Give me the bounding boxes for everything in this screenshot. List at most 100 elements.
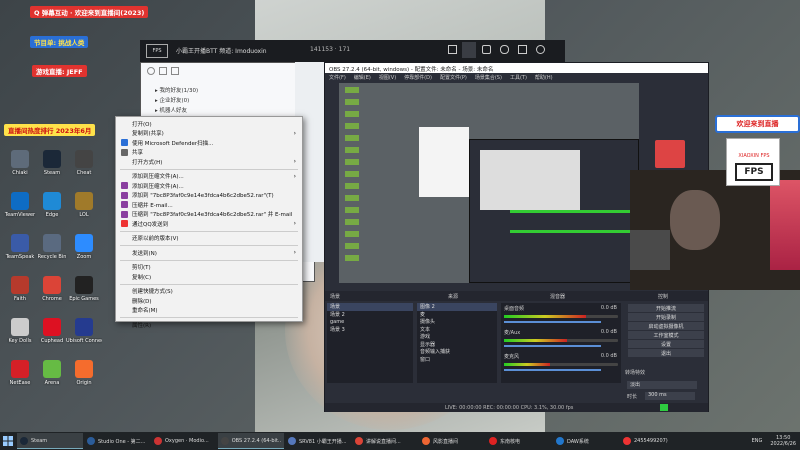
obs-menu-item[interactable]: 停靠部件(D) [400,73,436,81]
scene-item[interactable]: 场景 3 [327,326,413,334]
taskbar-app[interactable]: Studio One - 第二... [84,433,150,449]
scene-item[interactable]: game [327,318,413,326]
tray-lang[interactable]: ENG [749,433,766,449]
taskbar-app[interactable]: 东南核电 [486,433,552,449]
context-menu-item[interactable]: 通过QQ发送到 › [116,219,302,229]
context-menu-item[interactable]: 发送到(N) › [116,248,302,258]
start-button[interactable] [0,433,16,449]
control-button[interactable]: 退出 [628,349,704,357]
desktop-icon[interactable]: Cuphead [34,318,70,358]
desktop-icon[interactable]: Key Dolls [2,318,38,358]
screen-icon[interactable] [448,45,457,54]
context-menu-item[interactable]: 使用 Microsoft Defender扫描... [116,138,302,148]
taskbar-app[interactable]: 风影直播间 [419,433,485,449]
scene-item[interactable]: 场景 [327,303,413,311]
taskbar-items: Steam Studio One - 第二... Oxygen · Modio...… [17,433,687,449]
source-item[interactable]: 窗口 [417,356,497,364]
context-menu-item[interactable]: 添加到压缩文件(A)... › [116,172,302,182]
context-menu-item[interactable]: 添加到压缩文件(A)... [116,181,302,191]
context-menu-item[interactable]: 重命名(M) [116,306,302,316]
obs-preview[interactable] [339,83,639,283]
taskbar: Steam Studio One - 第二... Oxygen · Modio...… [0,432,800,450]
desktop-icon[interactable]: Ubisoft Connect [66,318,102,358]
context-menu-item[interactable]: 剪切(T) [116,263,302,273]
desktop-icon[interactable]: Faith [2,276,38,316]
desktop-icon[interactable]: Epic Games [66,276,102,316]
scene-item[interactable]: 场景 2 [327,311,413,319]
control-button[interactable]: 开始录制 [628,313,704,321]
source-item[interactable]: 图像 2 [417,303,497,311]
duration-input[interactable]: 300 ms [645,392,695,400]
contact-group[interactable]: ▸ 企业好友(0) [155,95,305,105]
context-menu-item[interactable]: 复制到(共享) › [116,129,302,139]
context-menu-item[interactable]: 添加到 "7bc8P3faf0c9e14e3fdca4b6c2dbe52.rar… [116,191,302,201]
context-menu-item[interactable]: 共享 [116,148,302,158]
source-item[interactable]: 显示器 [417,341,497,349]
source-item[interactable]: 摄像头 [417,318,497,326]
desktop-icon[interactable]: Chrome [34,276,70,316]
obs-menu-item[interactable]: 文件(F) [325,73,350,81]
desktop-icon[interactable]: Recycle Bin [34,234,70,274]
context-menu-item[interactable]: 属性(R) [116,320,302,330]
box-icon[interactable] [518,45,527,54]
desktop-icon[interactable]: LOL [66,192,102,232]
obs-menu-item[interactable]: 编辑(E) [350,73,375,81]
desktop-icon[interactable]: Arena [34,360,70,400]
control-button[interactable]: 设置 [628,340,704,348]
obs-menu-item[interactable]: 配置文件(P) [436,73,471,81]
contact-group[interactable]: ▸ 我的好友(1/30) [155,85,305,95]
control-button[interactable]: 工作室模式 [628,331,704,339]
desktop-icon[interactable]: Origin [66,360,102,400]
control-button[interactable]: 开始推流 [628,304,704,312]
desktop-icon[interactable]: Zoom [66,234,102,274]
control-button[interactable]: 启动虚拟摄像机 [628,322,704,330]
source-item[interactable]: 文本 [417,326,497,334]
desktop-icon-label: Key Dolls [8,338,32,344]
taskbar-app[interactable]: 2455499207) [620,433,686,449]
desktop-icon[interactable]: Edge [34,192,70,232]
source-item[interactable]: 游戏 [417,333,497,341]
taskbar-app[interactable]: SRV81 小霸王开播... [285,433,351,449]
audio-mixer: 桌面音频 0.0 dB 麦/Aux 0.0 dB 麦克风 0.0 dB [501,303,621,383]
contact-group[interactable]: ▸ 机器人好友 [155,105,305,115]
clock[interactable]: 13:50 2022/6/26 [766,435,800,447]
obs-menu-item[interactable]: 视图(V) [375,73,400,81]
context-menu-item[interactable]: 打开方式(H) › [116,157,302,167]
context-menu-item[interactable]: 复制(C) [116,272,302,282]
desktop-icon[interactable]: Chiaki [2,150,38,190]
taskbar-app[interactable]: Oxygen · Modio... [151,433,217,449]
group-icon[interactable] [171,67,179,75]
taskbar-app[interactable]: DAW系统 [553,433,619,449]
taskbar-app[interactable]: OBS 27.2.4 (64-bit... [218,433,284,449]
contacts-icon[interactable] [159,67,167,75]
context-menu-item[interactable]: 压缩并 E-mail... [116,200,302,210]
obs-menu-item[interactable]: 场景集合(S) [471,73,506,81]
desktop-icon[interactable]: Cheat [66,150,102,190]
taskbar-app[interactable]: Steam [17,433,83,449]
desktop-icon[interactable]: TeamViewer [2,192,38,232]
user-icon[interactable] [536,45,545,54]
desktop-icon-label: Arena [44,380,60,386]
volume-slider[interactable] [504,369,601,371]
context-menu-item[interactable]: 删除(D) [116,296,302,306]
source-item[interactable]: 麦 [417,311,497,319]
transition-select[interactable]: 淡出 [627,381,697,389]
context-menu-item[interactable]: 还原以前的版本(V) [116,234,302,244]
source-item[interactable]: 音频输入捕获 [417,348,497,356]
chat-icon[interactable] [482,45,491,54]
desktop-icon[interactable]: Steam [34,150,70,190]
volume-slider[interactable] [504,321,601,323]
context-menu-item[interactable]: 打开(O) [116,119,302,129]
taskbar-app[interactable]: 讲解说直播间... [352,433,418,449]
obs-menu-item[interactable]: 帮助(H) [531,73,557,81]
volume-slider[interactable] [504,345,601,347]
desktop-icon[interactable]: NetEase [2,360,38,400]
search-icon[interactable] [147,67,155,75]
home-icon[interactable] [462,42,476,58]
gamepad-icon[interactable] [500,45,509,54]
brand-label: XIAOXIN FPS [738,153,770,159]
obs-menu-item[interactable]: 工具(T) [506,73,531,81]
context-menu-item[interactable]: 压缩到 "7bc8P3faf0c9e14e3fdca4b6c2dbe52.rar… [116,210,302,220]
context-menu-item[interactable]: 创建快捷方式(S) [116,287,302,297]
desktop-icon[interactable]: TeamSpeak [2,234,38,274]
